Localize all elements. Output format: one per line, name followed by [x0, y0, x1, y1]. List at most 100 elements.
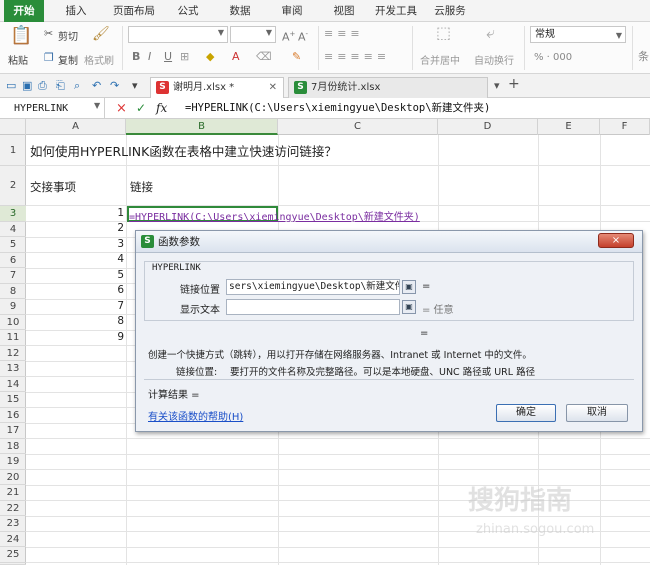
doc-tab-active[interactable]: S 谢明月.xlsx * ✕: [150, 77, 284, 98]
row-header[interactable]: 2: [0, 166, 26, 206]
row-header[interactable]: 21: [0, 485, 26, 501]
wrap-text-icon[interactable]: ⤶: [486, 25, 495, 41]
cell-a3[interactable]: 1: [26, 207, 124, 219]
formula-input[interactable]: =HYPERLINK(C:\Users\xiemingyue\Desktop\新…: [185, 98, 490, 119]
cut-button[interactable]: 剪切: [58, 28, 78, 43]
wrap-text-button[interactable]: 自动换行: [474, 52, 514, 67]
border-icon[interactable]: ⊞: [180, 50, 189, 64]
row-header[interactable]: 11: [0, 330, 26, 346]
tab-review[interactable]: 审阅: [272, 0, 312, 22]
row-header[interactable]: 6: [0, 253, 26, 268]
column-header-d[interactable]: D: [438, 119, 538, 135]
font-color-icon[interactable]: A: [232, 50, 240, 64]
cell-a4[interactable]: 2: [26, 222, 124, 234]
row-header[interactable]: 9: [0, 299, 26, 315]
cell-a11[interactable]: 9: [26, 331, 124, 343]
italic-button[interactable]: I: [148, 50, 151, 64]
row-header[interactable]: 7: [0, 268, 26, 284]
row-header[interactable]: 25: [0, 547, 26, 563]
new-icon[interactable]: ▭: [6, 78, 16, 94]
font-name-combo[interactable]: ▼: [128, 26, 228, 43]
confirm-formula-icon[interactable]: ✓: [136, 98, 146, 119]
cell-a9[interactable]: 7: [26, 300, 124, 312]
clear-format-icon[interactable]: ⌫: [256, 50, 272, 64]
row-header[interactable]: 13: [0, 361, 26, 377]
tab-home[interactable]: 开始: [4, 0, 44, 22]
ok-button[interactable]: 确定: [496, 404, 556, 422]
chevron-down-icon[interactable]: ▾: [132, 78, 138, 94]
number-format-combo[interactable]: 常规 ▼: [530, 26, 626, 43]
row-header[interactable]: 15: [0, 392, 26, 408]
dialog-title-bar[interactable]: S 函数参数 ×: [136, 231, 642, 253]
row-header[interactable]: 3: [0, 206, 26, 222]
column-header-b[interactable]: B: [126, 119, 278, 135]
row-header[interactable]: 23: [0, 516, 26, 532]
row-header[interactable]: 22: [0, 501, 26, 516]
tab-view[interactable]: 视图: [324, 0, 364, 22]
tab-developer[interactable]: 开发工具: [370, 0, 422, 22]
row-header[interactable]: 4: [0, 222, 26, 237]
row-header[interactable]: 8: [0, 284, 26, 299]
range-picker-icon[interactable]: ▣: [402, 300, 416, 314]
cell-a2[interactable]: 交接事项: [30, 179, 76, 195]
chevron-down-icon[interactable]: ▾: [494, 78, 500, 94]
cancel-formula-icon[interactable]: ×: [116, 98, 127, 119]
chevron-down-icon[interactable]: ▼: [94, 101, 100, 110]
font-grow-icon[interactable]: A+: [282, 27, 295, 45]
cell-a10[interactable]: 8: [26, 315, 124, 327]
fill-color-icon[interactable]: ◆: [206, 50, 214, 64]
link-location-input[interactable]: sers\xiemingyue\Desktop\新建文件夹: [226, 279, 400, 295]
cell-b2[interactable]: 链接: [130, 179, 153, 195]
select-all-corner[interactable]: [0, 119, 26, 135]
column-header-f[interactable]: F: [600, 119, 650, 135]
row-header[interactable]: 19: [0, 454, 26, 470]
row-header[interactable]: 20: [0, 470, 26, 485]
undo-icon[interactable]: ↶: [92, 78, 101, 94]
font-size-combo[interactable]: ▼: [230, 26, 276, 43]
copy-button[interactable]: 复制: [58, 52, 78, 67]
insert-function-icon[interactable]: fx: [156, 98, 167, 119]
eraser-icon[interactable]: ✎: [292, 50, 301, 64]
cancel-button[interactable]: 取消: [566, 404, 628, 422]
merge-center-icon[interactable]: ⬚: [436, 25, 451, 41]
column-header-e[interactable]: E: [538, 119, 600, 135]
save-icon[interactable]: ▣: [22, 78, 32, 94]
tab-insert[interactable]: 插入: [56, 0, 96, 22]
underline-button[interactable]: U: [164, 50, 172, 64]
align-top-icons[interactable]: ≡≡≡: [324, 27, 364, 41]
zoom-icon[interactable]: ⌕: [74, 78, 80, 94]
tab-cloud[interactable]: 云服务: [428, 0, 472, 22]
align-horizontal-icons[interactable]: ≡≡≡≡≡: [324, 50, 390, 64]
paste-icon[interactable]: 📋: [10, 26, 32, 46]
cell-a6[interactable]: 4: [26, 253, 124, 265]
column-header-c[interactable]: C: [278, 119, 438, 135]
print-icon[interactable]: ⎗: [56, 78, 65, 94]
cell-a8[interactable]: 6: [26, 284, 124, 296]
format-painter-icon[interactable]: 🖌: [92, 27, 110, 41]
percent-format-icons[interactable]: % · 000: [534, 51, 572, 65]
tab-formulas[interactable]: 公式: [168, 0, 208, 22]
help-link[interactable]: 有关该函数的帮助(H): [148, 408, 243, 423]
row-header[interactable]: 14: [0, 377, 26, 392]
row-header[interactable]: 12: [0, 346, 26, 361]
cell-a5[interactable]: 3: [26, 238, 124, 250]
range-picker-icon[interactable]: ▣: [402, 280, 416, 294]
row-header[interactable]: 17: [0, 423, 26, 439]
active-cell-b3[interactable]: =HYPERLINK(C:\Users\xiemingyue\Desktop\新…: [127, 206, 420, 223]
row-header[interactable]: 18: [0, 439, 26, 454]
font-shrink-icon[interactable]: A-: [298, 27, 308, 45]
format-painter-button[interactable]: 格式刷: [84, 52, 114, 67]
row-header[interactable]: 16: [0, 408, 26, 423]
cell-a7[interactable]: 5: [26, 269, 124, 281]
merge-center-button[interactable]: 合并居中: [420, 52, 460, 67]
add-tab-icon[interactable]: +: [508, 76, 520, 92]
print-preview-icon[interactable]: ⎙: [38, 78, 47, 94]
paste-button[interactable]: 粘贴: [8, 52, 28, 67]
tab-data[interactable]: 数据: [220, 0, 260, 22]
close-button[interactable]: ×: [598, 233, 634, 248]
redo-icon[interactable]: ↷: [110, 78, 119, 94]
tab-page-layout[interactable]: 页面布局: [108, 0, 160, 22]
cell-a1-title[interactable]: 如何使用HYPERLINK函数在表格中建立快速访问链接？: [30, 141, 337, 160]
row-header[interactable]: 1: [0, 135, 26, 166]
name-box[interactable]: HYPERLINK: [0, 98, 105, 119]
